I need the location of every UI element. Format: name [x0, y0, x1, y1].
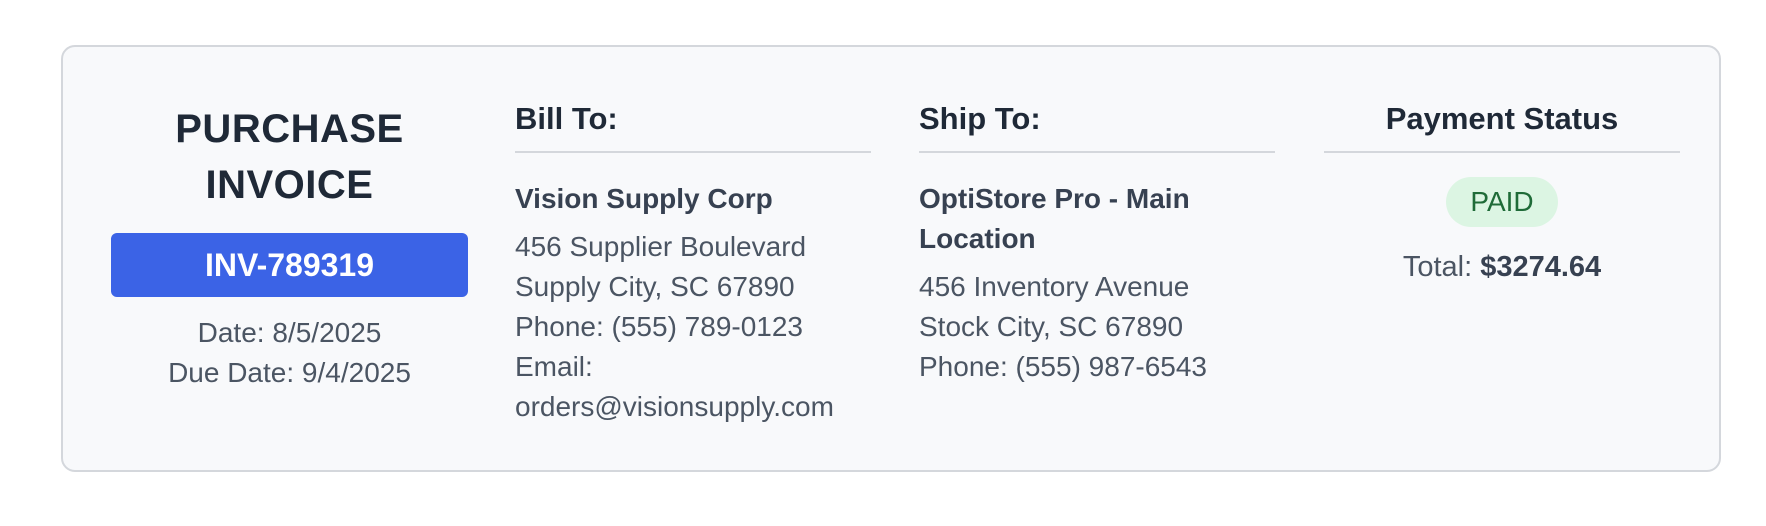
- total-amount: $3274.64: [1480, 251, 1602, 283]
- due-date-label: Due Date:: [168, 357, 295, 388]
- ship-to-heading: Ship To:: [919, 99, 1275, 153]
- bill-to-heading: Bill To:: [515, 99, 871, 153]
- bill-to-phone: Phone: (555) 789-0123: [515, 311, 803, 342]
- invoice-date: Date: 8/5/2025: [111, 313, 468, 353]
- bill-to-name: Vision Supply Corp: [515, 183, 773, 214]
- invoice-total: Total: $3274.64: [1324, 247, 1680, 287]
- date-value: 8/5/2025: [272, 317, 382, 348]
- ship-to-address: 456 Inventory Avenue Stock City, SC 6789…: [919, 267, 1275, 387]
- bill-to-email-label: Email:: [515, 351, 593, 382]
- ship-to-phone: Phone: (555) 987-6543: [919, 351, 1207, 382]
- due-date-value: 9/4/2025: [301, 357, 411, 388]
- payment-status-heading: Payment Status: [1324, 99, 1680, 153]
- ship-to-section: Ship To: OptiStore Pro - Main Location 4…: [919, 47, 1275, 387]
- bill-to-city: Supply City, SC 67890: [515, 271, 795, 302]
- bill-to-street: 456 Supplier Boulevard: [515, 231, 807, 262]
- invoice-due-date: Due Date: 9/4/2025: [111, 353, 468, 393]
- payment-status-section: Payment Status PAID Total: $3274.64: [1324, 47, 1680, 287]
- invoice-dates: Date: 8/5/2025 Due Date: 9/4/2025: [111, 313, 468, 393]
- bill-to-email[interactable]: orders@visionsupply.com: [515, 387, 871, 427]
- invoice-number-badge[interactable]: INV-789319: [111, 233, 468, 297]
- invoice-header: PURCHASE INVOICE INV-789319 Date: 8/5/20…: [111, 47, 468, 393]
- ship-to-street: 456 Inventory Avenue: [919, 271, 1190, 302]
- bill-to-section: Bill To: Vision Supply Corp 456 Supplier…: [515, 47, 871, 427]
- ship-to-city: Stock City, SC 67890: [919, 311, 1184, 342]
- status-badge: PAID: [1446, 177, 1558, 227]
- bill-to-address: 456 Supplier Boulevard Supply City, SC 6…: [515, 227, 871, 427]
- total-label: Total:: [1402, 251, 1473, 283]
- ship-to-name: OptiStore Pro - Main Location: [919, 183, 1190, 254]
- date-label: Date:: [197, 317, 265, 348]
- invoice-card: PURCHASE INVOICE INV-789319 Date: 8/5/20…: [61, 45, 1721, 472]
- invoice-title: PURCHASE INVOICE: [175, 107, 404, 207]
